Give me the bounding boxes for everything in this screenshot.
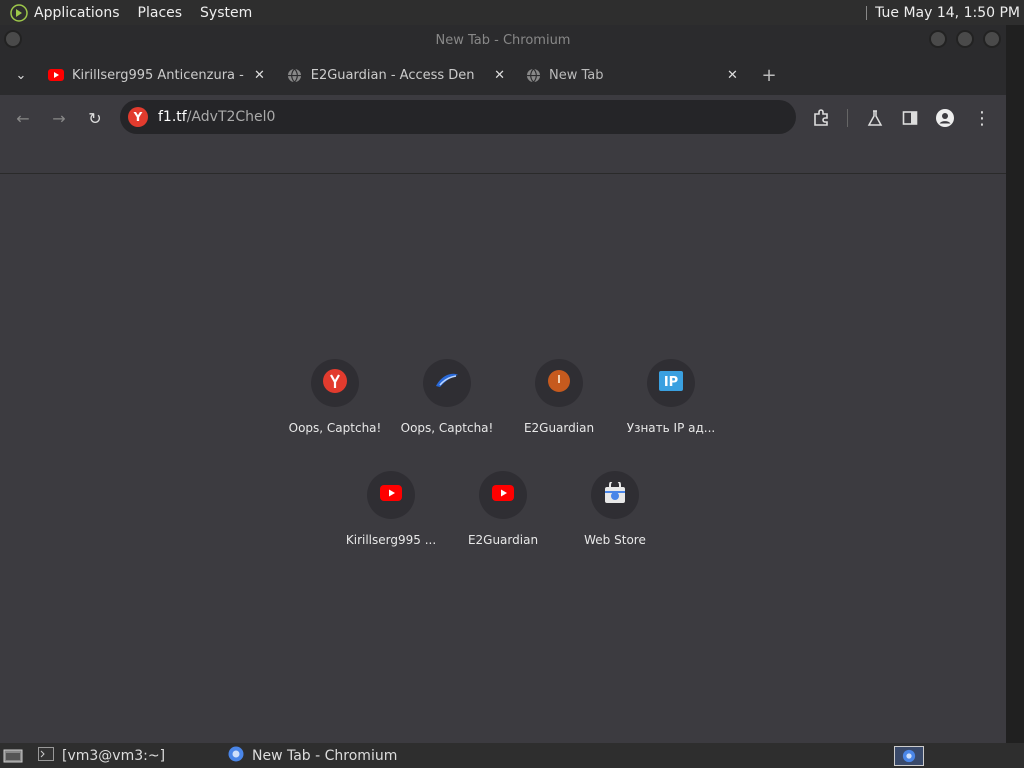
- panel-separator: [866, 5, 868, 20]
- reload-icon[interactable]: ↻: [84, 107, 106, 129]
- places-menu[interactable]: Places: [138, 5, 183, 21]
- profile-avatar-icon[interactable]: [934, 107, 956, 129]
- taskbar-item-terminal[interactable]: [vm3@vm3:~]: [38, 744, 198, 767]
- tab-title: E2Guardian - Access Denied: [310, 67, 475, 83]
- new-tab-plus-icon[interactable]: +: [758, 64, 780, 86]
- shortcut-label: Узнать IP ад...: [626, 421, 716, 435]
- minimize-button[interactable]: [929, 30, 947, 48]
- new-tab-page: Oops, Captcha! Oops, Captcha! E2Guardian…: [0, 174, 1006, 743]
- forward-arrow-icon[interactable]: →: [48, 107, 70, 129]
- extensions-puzzle-icon[interactable]: [810, 107, 832, 129]
- shortcut-tile[interactable]: Oops, Captcha!: [391, 359, 503, 435]
- taskbar-item-chromium[interactable]: New Tab - Chromium: [228, 744, 397, 767]
- clock-text: Tue May 14, 1:50 PM: [875, 4, 1020, 21]
- shortcut-tile[interactable]: E2Guardian: [503, 359, 615, 435]
- shortcut-icon-container: [535, 359, 583, 407]
- svg-text:IP: IP: [664, 375, 678, 390]
- shortcut-tile[interactable]: Kirillserg995 ...: [335, 471, 447, 547]
- show-desktop-icon[interactable]: [2, 746, 24, 766]
- system-menu[interactable]: System: [200, 5, 252, 21]
- more-menu-icon[interactable]: ⋮: [971, 107, 993, 129]
- workspace-switcher[interactable]: [894, 745, 924, 766]
- chromium-icon: [228, 746, 244, 766]
- bookmarks-bar: [0, 141, 1006, 174]
- clock[interactable]: Tue May 14, 1:50 PM: [866, 5, 1020, 21]
- tab-title: Kirillserg995 Anticenzura - Y: [72, 67, 248, 83]
- shortcut-label: Web Store: [584, 533, 646, 547]
- shortcut-icon-container: [423, 359, 471, 407]
- web-store-icon: [604, 479, 626, 508]
- window-title: New Tab - Chromium: [435, 32, 571, 48]
- shortcut-label: E2Guardian: [523, 421, 595, 435]
- close-tab-icon[interactable]: ✕: [254, 68, 265, 83]
- yandex-icon: [322, 368, 348, 398]
- close-tab-icon[interactable]: ✕: [727, 68, 738, 83]
- yandex-icon: Y: [128, 107, 148, 127]
- labs-flask-icon[interactable]: [864, 107, 886, 129]
- e2guardian-icon: [547, 369, 571, 397]
- shortcut-icon-container: IP: [647, 359, 695, 407]
- shortcut-label: Kirillserg995 ...: [345, 533, 437, 547]
- address-bar[interactable]: Y f1.tf /AdvT2Chel0: [120, 100, 796, 134]
- side-panel-icon[interactable]: [899, 107, 921, 129]
- desktop-edge: [1006, 25, 1024, 743]
- shortcut-icon-container: [591, 471, 639, 519]
- browser-toolbar: ← → ↻ Y f1.tf /AdvT2Chel0 ⋮: [0, 95, 1006, 141]
- youtube-icon: [48, 67, 64, 83]
- shortcut-tile[interactable]: IP Узнать IP ад...: [615, 359, 727, 435]
- maximize-button[interactable]: [956, 30, 974, 48]
- shortcut-label: Oops, Captcha!: [400, 421, 494, 435]
- shortcut-tile[interactable]: Oops, Captcha!: [279, 359, 391, 435]
- url-host: f1.tf: [158, 109, 187, 125]
- applications-menu[interactable]: Applications: [34, 5, 120, 21]
- shortcut-icon-container: [479, 471, 527, 519]
- shortcut-label: Oops, Captcha!: [288, 421, 382, 435]
- tab-kirillserg995[interactable]: Kirillserg995 Anticenzura - Y ✕: [48, 61, 268, 89]
- globe-icon: [287, 67, 303, 83]
- shortcut-icon-container: [367, 471, 415, 519]
- window-titlebar[interactable]: New Tab - Chromium: [0, 25, 1006, 55]
- tab-new-tab[interactable]: New Tab ✕: [525, 61, 743, 89]
- bottom-panel: [vm3@vm3:~] New Tab - Chromium: [0, 743, 1024, 768]
- terminal-icon: [38, 746, 54, 765]
- taskbar-label: New Tab - Chromium: [252, 747, 398, 764]
- shortcut-icon-container: [311, 359, 359, 407]
- tab-search-chevron-icon[interactable]: ⌄: [10, 64, 32, 86]
- top-panel: Applications Places System Tue May 14, 1…: [0, 0, 1024, 25]
- toolbar-separator: [847, 109, 848, 127]
- window-menu-button[interactable]: [4, 30, 22, 48]
- taskbar-label: [vm3@vm3:~]: [62, 747, 166, 764]
- tab-strip: ⌄ Kirillserg995 Anticenzura - Y ✕ E2Guar…: [0, 55, 1006, 95]
- close-tab-icon[interactable]: ✕: [494, 68, 505, 83]
- shortcut-label: E2Guardian: [467, 533, 539, 547]
- chromium-window: New Tab - Chromium ⌄ Kirillserg995 Antic…: [0, 25, 1007, 743]
- youtube-icon: [380, 485, 402, 505]
- globe-icon: [525, 67, 541, 83]
- url-path: /AdvT2Chel0: [186, 109, 276, 125]
- shortcut-tile[interactable]: E2Guardian: [447, 471, 559, 547]
- youtube-icon: [492, 485, 514, 505]
- linux-mint-logo-icon[interactable]: [8, 2, 30, 24]
- swoosh-icon: [434, 372, 460, 394]
- shortcut-tile[interactable]: Web Store: [559, 471, 671, 547]
- close-window-button[interactable]: [983, 30, 1001, 48]
- tab-title: New Tab: [549, 67, 604, 83]
- back-arrow-icon[interactable]: ←: [12, 107, 34, 129]
- ip-icon: IP: [659, 371, 683, 395]
- tab-e2guardian[interactable]: E2Guardian - Access Denied ✕: [287, 61, 505, 89]
